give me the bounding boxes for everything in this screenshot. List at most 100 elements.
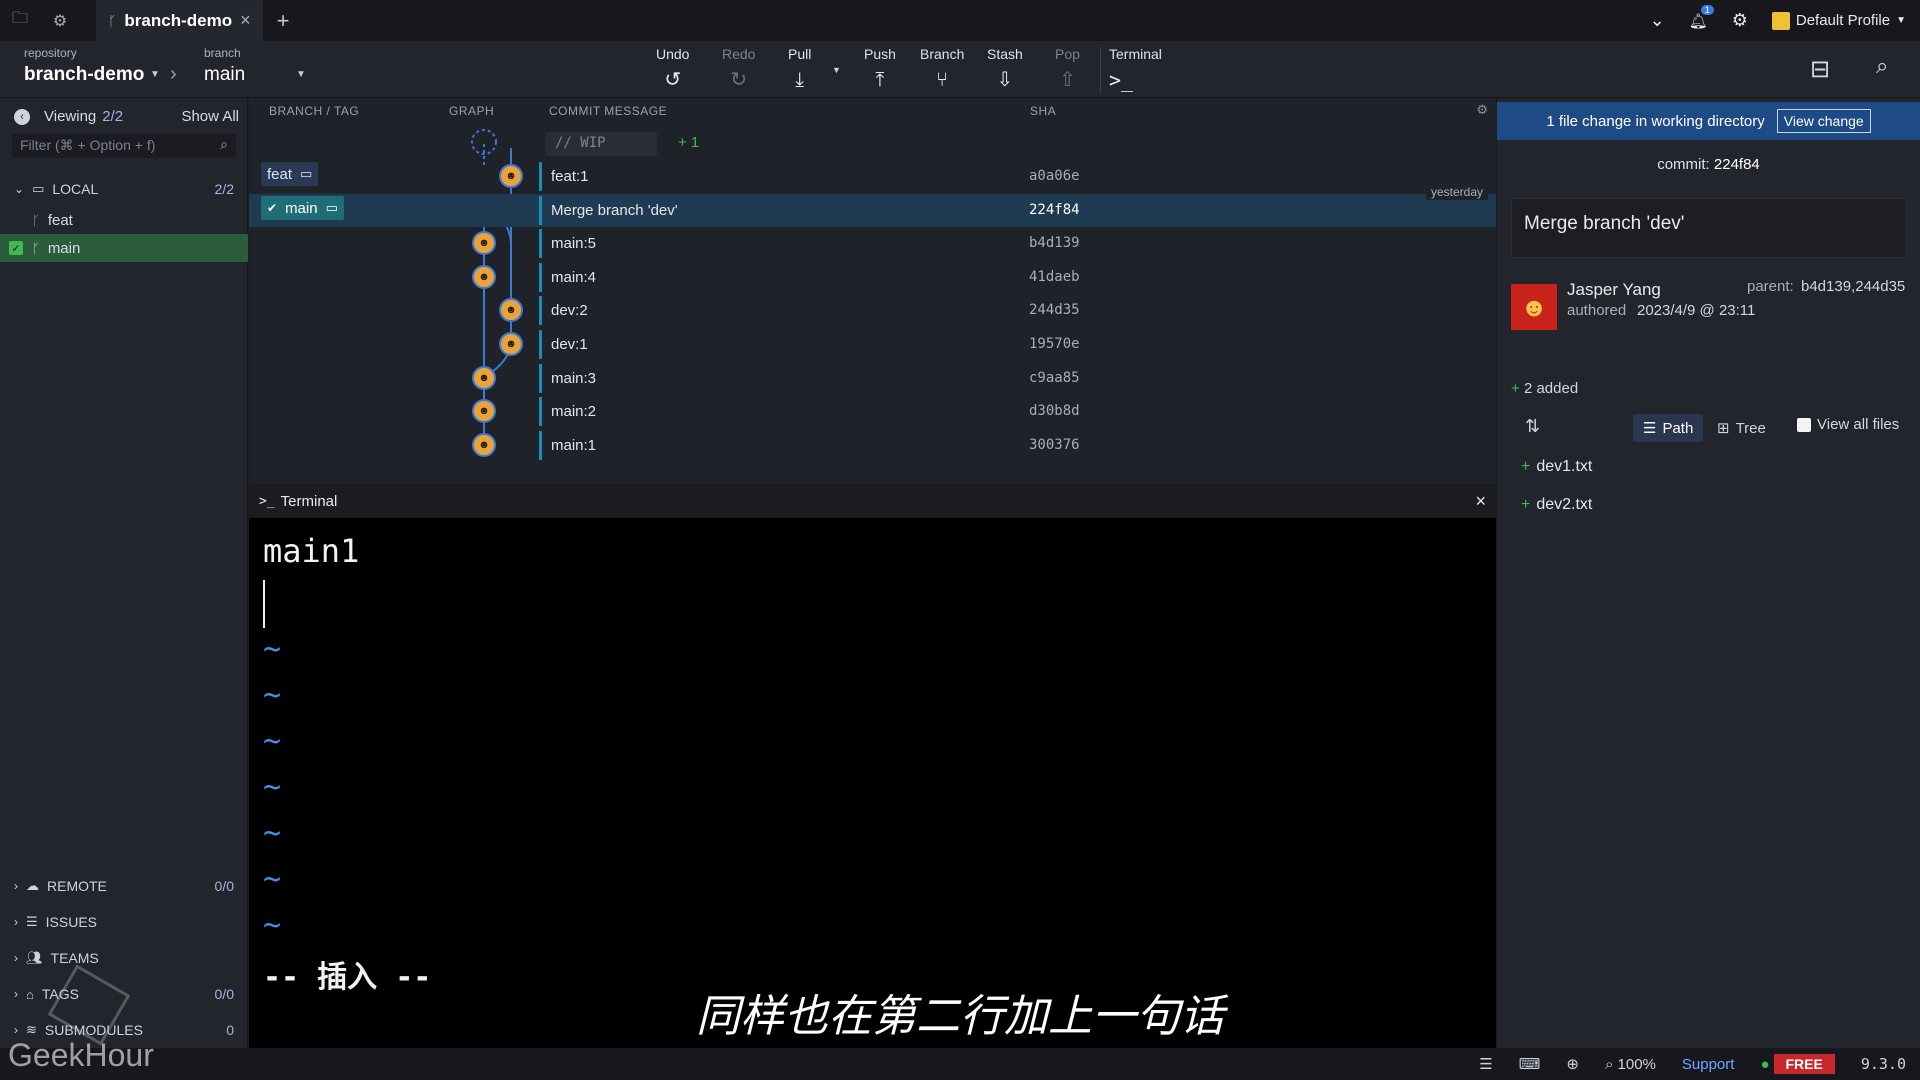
- search-icon[interactable]: ⌕: [1876, 53, 1888, 79]
- new-tab-button[interactable]: +: [277, 8, 290, 34]
- profile-avatar: [1771, 11, 1790, 30]
- local-label: LOCAL: [52, 181, 99, 197]
- redo-button[interactable]: Redo ↻: [722, 46, 755, 92]
- left-panel: ‹ Viewing 2/2 Show All Filter (⌘ + Optio…: [0, 98, 248, 1048]
- push-button[interactable]: Push ⤒: [864, 46, 896, 92]
- commit-author-avatar[interactable]: ☻: [472, 264, 496, 289]
- repo-dropdown-icon[interactable]: ▼: [150, 69, 160, 80]
- layout-icon[interactable]: ⊟: [1810, 55, 1830, 84]
- profile-label: Default Profile: [1795, 12, 1891, 29]
- terminal-panel[interactable]: >_ Terminal × main1 ~ ~ ~ ~ ~ ~ ~ -- 插入 …: [249, 484, 1496, 1048]
- view-change-button[interactable]: View change: [1776, 109, 1871, 133]
- close-tab-icon[interactable]: ×: [240, 10, 251, 31]
- redo-icon: ↻: [730, 69, 748, 91]
- wip-input[interactable]: // WIP: [545, 132, 657, 156]
- branch-name: main: [47, 239, 81, 257]
- local-branch-main[interactable]: ✓ ᚴ main: [0, 234, 248, 262]
- yesterday-label: yesterday: [1425, 184, 1488, 200]
- stash-button[interactable]: Stash ⇩: [987, 46, 1023, 92]
- terminal-button[interactable]: Terminal >_: [1109, 46, 1162, 92]
- notifications-button[interactable]: 🔔︎ 1: [1689, 4, 1714, 30]
- path-view-toggle[interactable]: ☰ Path: [1633, 414, 1704, 442]
- commit-row[interactable]: dev:1 19570e ☻: [249, 328, 1496, 361]
- branch-tag-feat[interactable]: feat ▭: [261, 162, 319, 186]
- branch-dropdown-icon[interactable]: ▼: [296, 69, 306, 80]
- commit-author-avatar[interactable]: ☻: [499, 164, 523, 188]
- profile-button[interactable]: Default Profile ▼: [1771, 11, 1906, 30]
- commit-author-avatar[interactable]: ☻: [472, 432, 496, 457]
- local-branch-feat[interactable]: ᚴ feat: [0, 206, 248, 234]
- tab-title: branch-demo: [124, 10, 233, 30]
- file-item[interactable]: + dev1.txt: [1521, 458, 1592, 476]
- globe-icon[interactable]: ⊕: [1566, 1055, 1579, 1073]
- remote-section-header[interactable]: › ☁ REMOTE 0/0: [0, 869, 248, 903]
- commit-author-avatar[interactable]: ☻: [499, 298, 523, 323]
- branch-tag-main[interactable]: ✔ main ▭: [261, 196, 344, 220]
- laptop-icon: ▭: [300, 166, 313, 181]
- undo-button[interactable]: Undo ↺: [656, 46, 689, 92]
- plan-badge[interactable]: ● FREE: [1760, 1054, 1835, 1074]
- issues-section-header[interactable]: › ☰ ISSUES: [0, 905, 248, 939]
- gear-icon[interactable]: ⚙: [1732, 10, 1748, 31]
- keyboard-icon[interactable]: ⌨: [1519, 1055, 1541, 1073]
- file-item[interactable]: + dev2.txt: [1521, 496, 1592, 514]
- commit-sha[interactable]: 224f84: [1714, 156, 1760, 173]
- tag-label: main: [285, 199, 318, 217]
- commit-id-row: commit: 224f84: [1497, 156, 1920, 173]
- repo-tab[interactable]: ᚴ branch-demo ×: [96, 0, 263, 41]
- commit-author-avatar[interactable]: ☻: [499, 332, 523, 356]
- folder-icon[interactable]: 🗀: [0, 0, 40, 41]
- authored-label: authored: [1567, 302, 1627, 319]
- commit-row[interactable]: main:3 c9aa85 ☻: [249, 362, 1496, 395]
- settings-cog-icon[interactable]: ⚙: [40, 0, 80, 41]
- list-view-icon[interactable]: ☰: [1479, 1055, 1492, 1073]
- watermark: GeekHour: [8, 1037, 154, 1073]
- pull-options-icon[interactable]: ▼: [832, 65, 841, 75]
- branch-selector[interactable]: main: [204, 64, 245, 86]
- commit-sha: 300376: [1029, 436, 1080, 453]
- commit-author-avatar[interactable]: ☻: [472, 365, 496, 390]
- sort-icon[interactable]: ⇅: [1525, 416, 1540, 437]
- viewing-count: 2/2: [102, 108, 124, 125]
- parent-value[interactable]: b4d139,244d35: [1801, 278, 1905, 295]
- commit-row[interactable]: Merge branch 'dev' 224f84: [249, 193, 1496, 227]
- commit-author-avatar[interactable]: ☻: [472, 231, 496, 256]
- commit-row[interactable]: main:5 b4d139 ☻: [249, 227, 1496, 260]
- commit-row[interactable]: feat:1 a0a06e ☻: [249, 160, 1496, 193]
- check-icon: ✔: [267, 201, 278, 215]
- repository-label: repository: [24, 46, 77, 60]
- wip-row[interactable]: // WIP + 1: [249, 127, 1496, 160]
- chevron-down-icon[interactable]: ⌄: [1650, 10, 1665, 31]
- branch-button[interactable]: Branch ⑂: [920, 46, 964, 92]
- pop-button[interactable]: Pop ⇧: [1055, 46, 1080, 92]
- view-all-files-checkbox[interactable]: View all files: [1797, 416, 1899, 433]
- support-link[interactable]: Support: [1682, 1056, 1735, 1073]
- branch-icon: ⑂: [936, 69, 949, 91]
- caret-down-icon: ▼: [1896, 15, 1906, 26]
- tree-view-toggle[interactable]: ⊞ Tree: [1707, 414, 1776, 442]
- undo-icon: ↺: [664, 69, 682, 91]
- show-all-button[interactable]: Show All: [181, 108, 239, 125]
- commit-row[interactable]: main:1 300376 ☻: [249, 429, 1496, 462]
- commit-row[interactable]: main:2 d30b8d ☻: [249, 395, 1496, 428]
- zoom-level[interactable]: ⌕ 100%: [1605, 1056, 1656, 1073]
- commit-row[interactable]: dev:2 244d35 ☻: [249, 294, 1496, 327]
- back-arrow-icon[interactable]: ‹: [14, 108, 30, 125]
- commit-message: main:4: [551, 268, 597, 286]
- close-terminal-icon[interactable]: ×: [1475, 491, 1486, 512]
- commit-row[interactable]: main:4 41daeb ☻: [249, 261, 1496, 294]
- wip-count: + 1: [678, 134, 700, 151]
- empty-line-tilde: ~: [263, 770, 282, 805]
- repository-selector[interactable]: branch-demo: [24, 64, 144, 86]
- text-cursor: [263, 580, 265, 628]
- view-all-files-label: View all files: [1817, 416, 1900, 433]
- added-icon: +: [1521, 496, 1531, 513]
- filter-input[interactable]: Filter (⌘ + Option + f) ⌕: [12, 134, 236, 158]
- local-section-header[interactable]: ⌄ ▭ LOCAL 2/2: [0, 172, 248, 206]
- commit-message-box[interactable]: Merge branch 'dev': [1511, 198, 1907, 258]
- teams-section-header[interactable]: › 👥︎ TEAMS: [0, 941, 248, 975]
- pull-icon: ⤓: [795, 69, 805, 91]
- pull-button[interactable]: Pull ⤓: [788, 46, 811, 92]
- branch-icon: ᚴ: [32, 212, 40, 228]
- commit-author-avatar[interactable]: ☻: [472, 399, 496, 424]
